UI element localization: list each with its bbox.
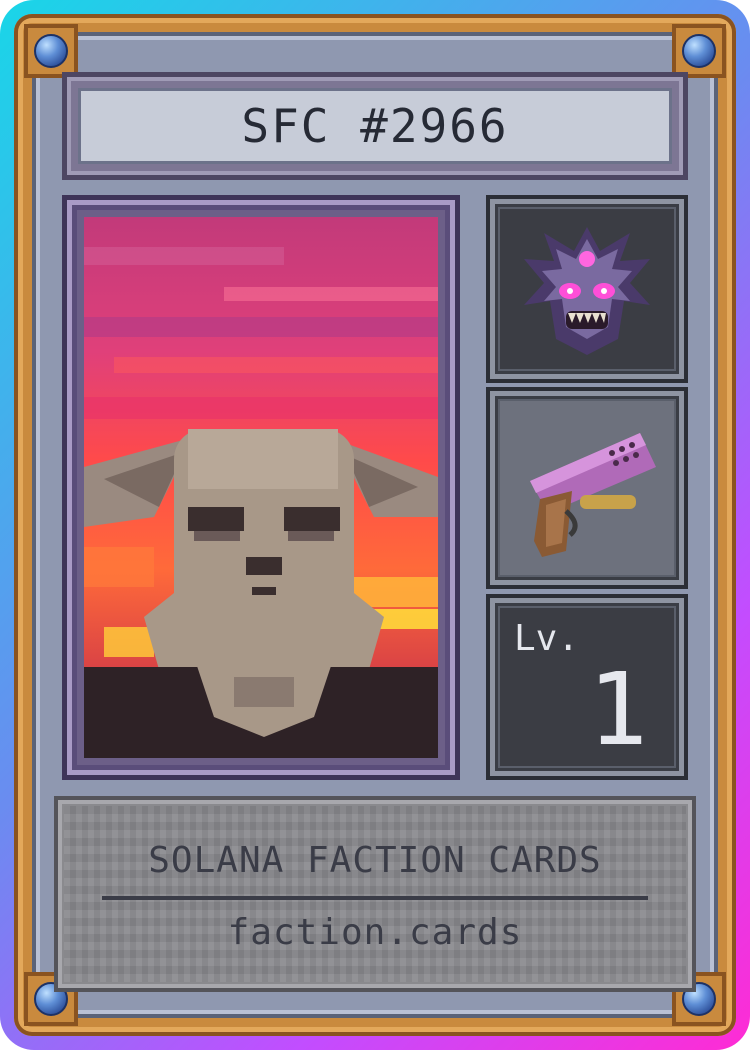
title-inner: SFC #2966 (78, 88, 672, 164)
level-label: Lv. (514, 618, 580, 659)
weapon-slot-inner (500, 401, 674, 575)
footer-title: SOLANA FACTION CARDS (148, 840, 602, 881)
rabbit-creature-portrait-icon (84, 217, 438, 758)
portrait-frame (62, 195, 460, 780)
corner-gem-top-right (672, 24, 726, 78)
demon-mask-icon (524, 227, 650, 355)
footer-plate: SOLANA FACTION CARDS faction.cards (54, 796, 696, 992)
footer-url[interactable]: faction.cards (54, 912, 696, 953)
footer-divider (102, 896, 648, 900)
footer-texture (64, 806, 686, 982)
card-title: SFC #2966 (241, 99, 509, 153)
weapon-slot (486, 387, 688, 589)
level-slot-inner: Lv. 1 (500, 608, 674, 766)
title-plate: SFC #2966 (62, 72, 688, 180)
pistol-icon (530, 433, 656, 557)
level-value: 1 (587, 651, 648, 768)
corner-gem-top-left (24, 24, 78, 78)
level-slot: Lv. 1 (486, 594, 688, 780)
faction-emblem-slot (486, 195, 688, 383)
character-portrait (84, 217, 438, 758)
faction-emblem-slot-inner (500, 209, 674, 369)
